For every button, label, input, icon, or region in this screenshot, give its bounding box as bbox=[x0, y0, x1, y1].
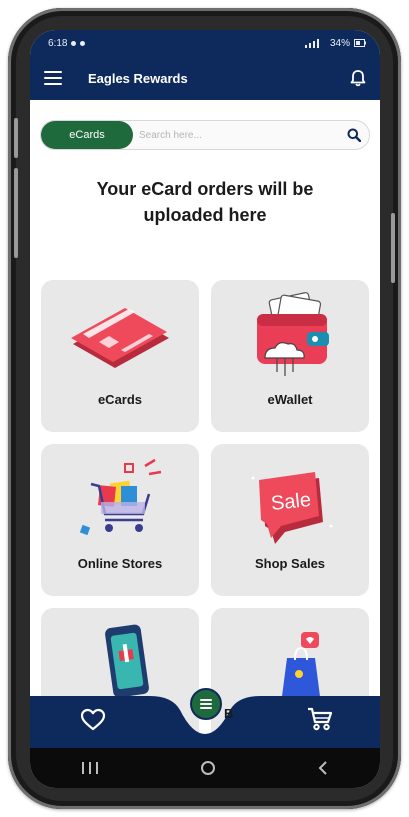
app-bar: Eagles Rewards bbox=[30, 56, 380, 100]
status-time: 6:18 bbox=[48, 37, 68, 49]
sale-tag-icon: Sale bbox=[251, 472, 333, 544]
empty-state-message: Your eCard orders will be uploaded here bbox=[30, 176, 380, 228]
phone-side-button bbox=[14, 118, 18, 158]
phone-power-button bbox=[391, 213, 395, 283]
tile-label: Shop Sales bbox=[254, 556, 326, 571]
empty-state-line-1: Your eCard orders will be bbox=[96, 179, 314, 199]
shopping-cart-icon bbox=[79, 458, 162, 536]
notification-bell-icon[interactable] bbox=[350, 69, 366, 87]
center-menu-button[interactable] bbox=[190, 688, 222, 720]
back-icon[interactable] bbox=[318, 761, 328, 775]
status-bar: 6:18 34% bbox=[30, 30, 380, 56]
app-title: Eagles Rewards bbox=[88, 70, 188, 86]
home-icon[interactable] bbox=[200, 761, 215, 775]
search-bar: eCards bbox=[40, 120, 370, 150]
wallet-icon bbox=[257, 292, 329, 376]
tile-ewallet[interactable]: eWallet bbox=[211, 280, 369, 432]
credit-card-icon bbox=[71, 308, 169, 368]
heart-icon[interactable] bbox=[80, 708, 106, 732]
svg-text:Sale: Sale bbox=[270, 489, 312, 515]
tile-online-stores[interactable]: Online Stores bbox=[41, 444, 199, 596]
hamburger-menu-icon[interactable] bbox=[44, 71, 62, 85]
recent-apps-icon[interactable] bbox=[81, 762, 98, 774]
battery-icon bbox=[354, 39, 366, 47]
battery-percent: 34% bbox=[329, 37, 350, 49]
tile-shop-sales[interactable]: Sale Shop Sales bbox=[211, 444, 369, 596]
system-navigation-bar bbox=[30, 748, 380, 788]
bottom-navigation: B bbox=[30, 688, 380, 748]
app-screen: 6:18 34% Eagles Rewards eCards Search he… bbox=[30, 30, 380, 788]
ecards-filter-chip[interactable]: eCards bbox=[41, 121, 133, 149]
signal-icon bbox=[304, 38, 319, 48]
tile-label: eWallet bbox=[267, 392, 313, 407]
cart-icon[interactable] bbox=[306, 706, 334, 732]
search-input[interactable] bbox=[133, 129, 347, 141]
notification-icon bbox=[80, 40, 86, 46]
search-icon[interactable] bbox=[347, 128, 361, 142]
tile-label: Online Stores bbox=[77, 556, 163, 571]
notification-icon bbox=[71, 40, 77, 46]
tile-label: eCards bbox=[97, 392, 143, 407]
empty-state-line-2: uploaded here bbox=[143, 205, 267, 225]
phone-side-button bbox=[14, 168, 18, 258]
partial-tile-label: B bbox=[224, 706, 234, 721]
menu-icon bbox=[200, 699, 212, 709]
tile-ecards[interactable]: eCards bbox=[41, 280, 199, 432]
